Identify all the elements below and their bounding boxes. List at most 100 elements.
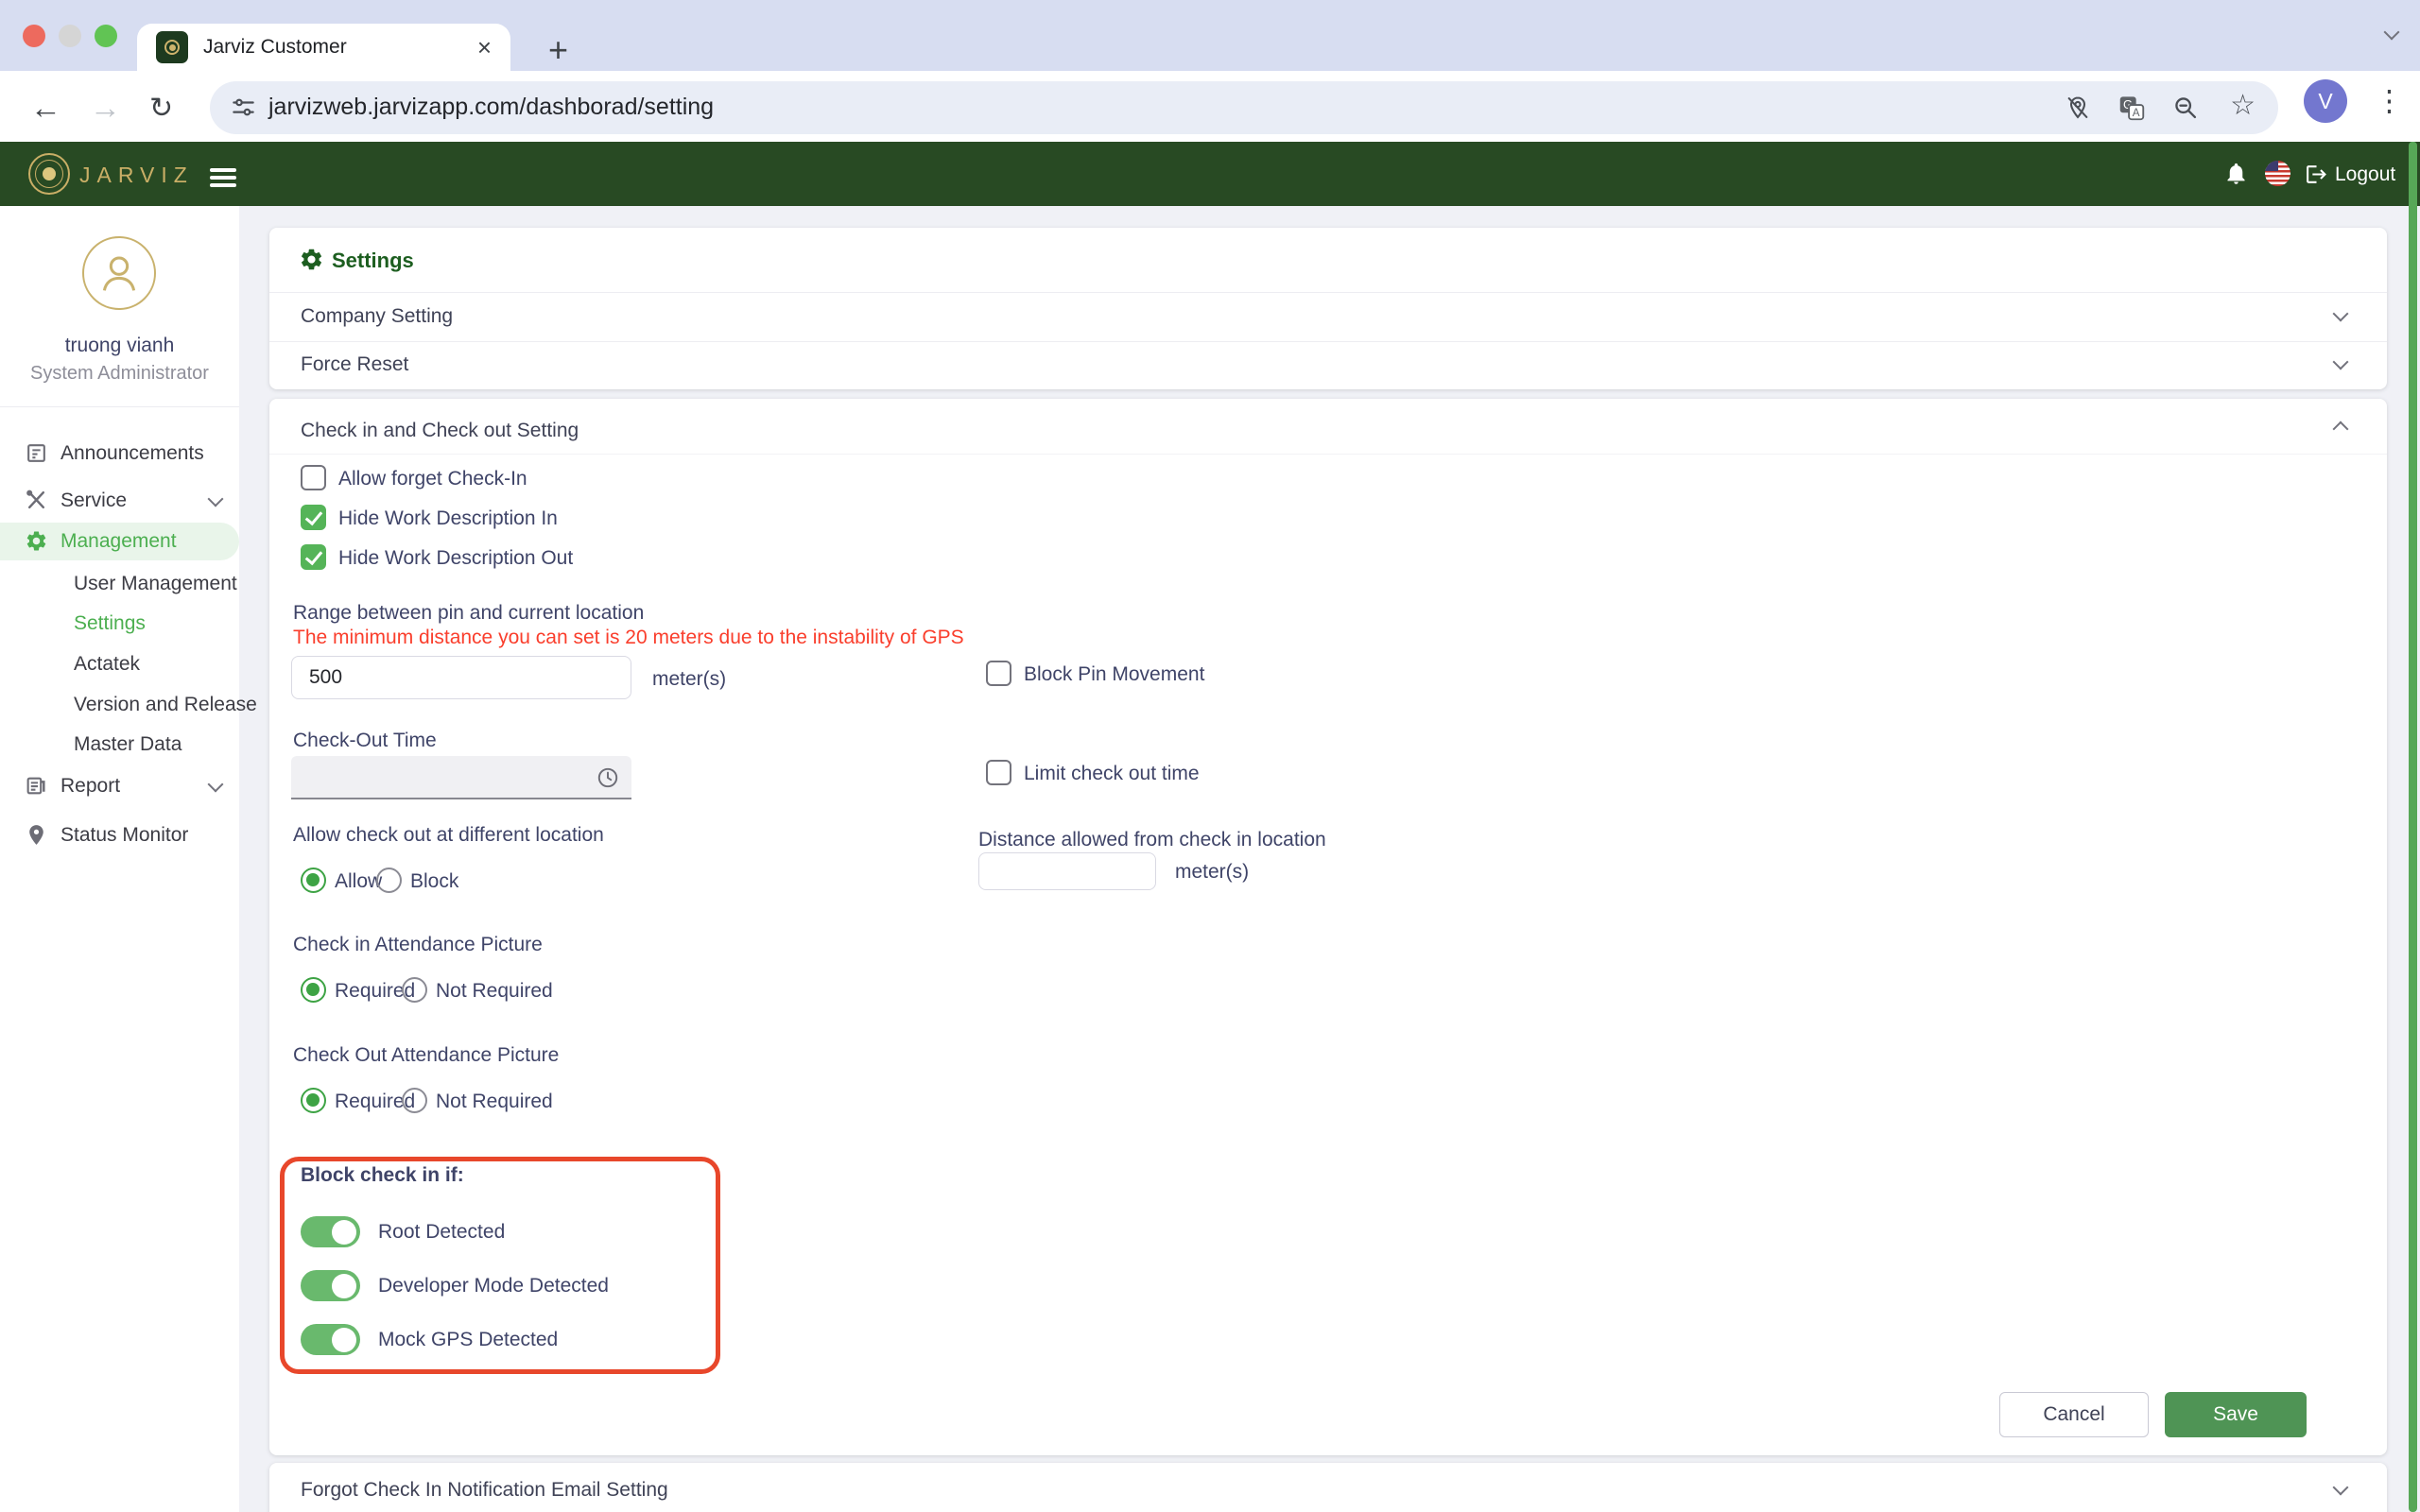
- checkout-picture-label: Check Out Attendance Picture: [293, 1044, 559, 1067]
- traffic-light-minimize[interactable]: [59, 25, 81, 47]
- announcements-icon: [25, 441, 48, 470]
- forward-button[interactable]: →: [90, 90, 121, 126]
- sidebar-item-management[interactable]: Management: [0, 523, 239, 560]
- diff-location-block-label: Block: [410, 870, 458, 893]
- allow-forget-checkin-checkbox[interactable]: [301, 465, 326, 490]
- accordion-forgot-email[interactable]: Forgot Check In Notification Email Setti…: [269, 1463, 2387, 1512]
- sidebar-item-user-management[interactable]: User Management: [0, 565, 239, 603]
- jarviz-logo-icon: [28, 153, 70, 195]
- service-tools-icon: [25, 489, 48, 517]
- clock-icon[interactable]: [596, 765, 620, 795]
- tab-close-icon[interactable]: ×: [477, 35, 492, 60]
- report-icon: [25, 774, 48, 802]
- company-setting-chevron-icon: [2333, 306, 2349, 322]
- sidebar-toggle-button[interactable]: [210, 168, 236, 191]
- hide-work-description-out-checkbox[interactable]: [301, 544, 326, 570]
- site-settings-icon[interactable]: [231, 94, 256, 125]
- block-checkin-label: Block check in if:: [301, 1164, 464, 1187]
- sidebar-divider: [0, 406, 239, 407]
- page-title: Settings: [332, 249, 414, 273]
- settings-card: Settings Company Setting Force Reset: [269, 228, 2387, 389]
- location-off-icon[interactable]: [2065, 94, 2091, 126]
- service-chevron-icon: [208, 491, 224, 507]
- checkin-picture-label: Check in Attendance Picture: [293, 934, 543, 956]
- save-button[interactable]: Save: [2165, 1392, 2307, 1437]
- developer-mode-label: Developer Mode Detected: [378, 1275, 609, 1297]
- accordion-company-setting[interactable]: Company Setting: [269, 293, 2387, 341]
- limit-checkout-time-checkbox[interactable]: [986, 760, 1011, 785]
- location-pin-icon: [25, 823, 48, 851]
- address-bar[interactable]: jarvizweb.jarvizapp.com/dashborad/settin…: [210, 81, 2278, 134]
- logout-icon[interactable]: [2305, 163, 2328, 191]
- checkin-picture-not-required-label: Not Required: [436, 980, 553, 1003]
- logout-button[interactable]: Logout: [2335, 163, 2395, 186]
- checkout-time-label: Check-Out Time: [293, 730, 437, 752]
- forgot-email-chevron-icon: [2333, 1480, 2349, 1496]
- app-header: JARVIZ: [0, 142, 2420, 206]
- brand-name: JARVIZ: [79, 163, 194, 188]
- sidebar-item-settings[interactable]: Settings: [0, 605, 239, 643]
- root-detected-toggle[interactable]: [301, 1216, 360, 1247]
- checkin-picture-not-required-radio[interactable]: [402, 977, 427, 1003]
- language-flag-icon[interactable]: [2265, 161, 2290, 186]
- hide-work-description-in-checkbox[interactable]: [301, 505, 326, 530]
- range-unit-label: meter(s): [652, 668, 726, 691]
- checkout-picture-not-required-radio[interactable]: [402, 1088, 427, 1113]
- checkout-time-input[interactable]: [291, 756, 631, 799]
- browser-tab-strip: Jarviz Customer × +: [0, 0, 2420, 71]
- sidebar-item-status-monitor[interactable]: Status Monitor: [0, 816, 239, 854]
- diff-location-allow-label: Allow: [335, 870, 382, 893]
- checkin-checkout-card: Check in and Check out Setting Allow for…: [269, 399, 2387, 1455]
- hide-work-description-in-label: Hide Work Description In: [338, 507, 558, 530]
- new-tab-button[interactable]: +: [548, 30, 568, 70]
- checkin-picture-required-radio[interactable]: [301, 977, 326, 1003]
- zoom-out-icon[interactable]: [2172, 94, 2199, 126]
- divider: [269, 454, 2387, 455]
- developer-mode-toggle[interactable]: [301, 1270, 360, 1301]
- browser-profile-avatar[interactable]: V: [2304, 79, 2347, 123]
- browser-menu-icon[interactable]: ⋮: [2375, 84, 2404, 118]
- block-pin-movement-checkbox[interactable]: [986, 661, 1011, 686]
- range-input[interactable]: [291, 656, 631, 699]
- management-gear-icon: [25, 529, 48, 558]
- tab-title: Jarviz Customer: [203, 36, 462, 59]
- mock-gps-toggle[interactable]: [301, 1324, 360, 1355]
- reload-button[interactable]: ↻: [149, 92, 173, 125]
- user-avatar: [82, 236, 156, 310]
- notifications-bell-icon[interactable]: [2223, 161, 2249, 191]
- sidebar-item-report[interactable]: Report: [0, 767, 239, 805]
- sidebar-item-announcements[interactable]: Announcements: [0, 435, 239, 472]
- sidebar-item-master-data[interactable]: Master Data: [0, 726, 239, 764]
- checkout-picture-required-radio[interactable]: [301, 1088, 326, 1113]
- range-label: Range between pin and current location: [293, 602, 644, 625]
- bookmark-star-icon[interactable]: ☆: [2230, 89, 2256, 122]
- diff-location-label: Allow check out at different location: [293, 824, 604, 847]
- tab-search-chevron-icon[interactable]: [2384, 25, 2400, 41]
- sidebar-item-actatek[interactable]: Actatek: [0, 645, 239, 683]
- cancel-button[interactable]: Cancel: [1999, 1392, 2149, 1437]
- user-role: System Administrator: [0, 363, 239, 385]
- url-text[interactable]: jarvizweb.jarvizapp.com/dashborad/settin…: [268, 94, 714, 121]
- back-button[interactable]: ←: [30, 90, 61, 126]
- distance-allowed-unit-label: meter(s): [1175, 861, 1249, 884]
- traffic-light-close[interactable]: [23, 25, 45, 47]
- accordion-checkin-setting[interactable]: Check in and Check out Setting: [269, 399, 2387, 454]
- sidebar-item-version-and-release[interactable]: Version and Release: [0, 686, 239, 724]
- settings-gear-icon: [299, 247, 324, 277]
- page-scrollbar[interactable]: [2409, 142, 2417, 1512]
- favicon-jarviz: [156, 31, 188, 63]
- sidebar-item-service[interactable]: Service: [0, 482, 239, 520]
- force-reset-chevron-icon: [2333, 354, 2349, 370]
- root-detected-label: Root Detected: [378, 1221, 505, 1244]
- traffic-light-zoom[interactable]: [95, 25, 117, 47]
- translate-icon[interactable]: G A: [2118, 94, 2145, 126]
- diff-location-allow-radio[interactable]: [301, 868, 326, 893]
- forgot-email-card: Forgot Check In Notification Email Setti…: [269, 1463, 2387, 1512]
- browser-tab[interactable]: Jarviz Customer ×: [137, 24, 510, 71]
- distance-allowed-input[interactable]: [978, 852, 1156, 890]
- diff-location-block-radio[interactable]: [376, 868, 402, 893]
- mock-gps-label: Mock GPS Detected: [378, 1329, 558, 1351]
- accordion-force-reset[interactable]: Force Reset: [269, 342, 2387, 389]
- sidebar: truong vianh System Administrator Announ…: [0, 206, 239, 1512]
- block-pin-movement-label: Block Pin Movement: [1024, 663, 1204, 686]
